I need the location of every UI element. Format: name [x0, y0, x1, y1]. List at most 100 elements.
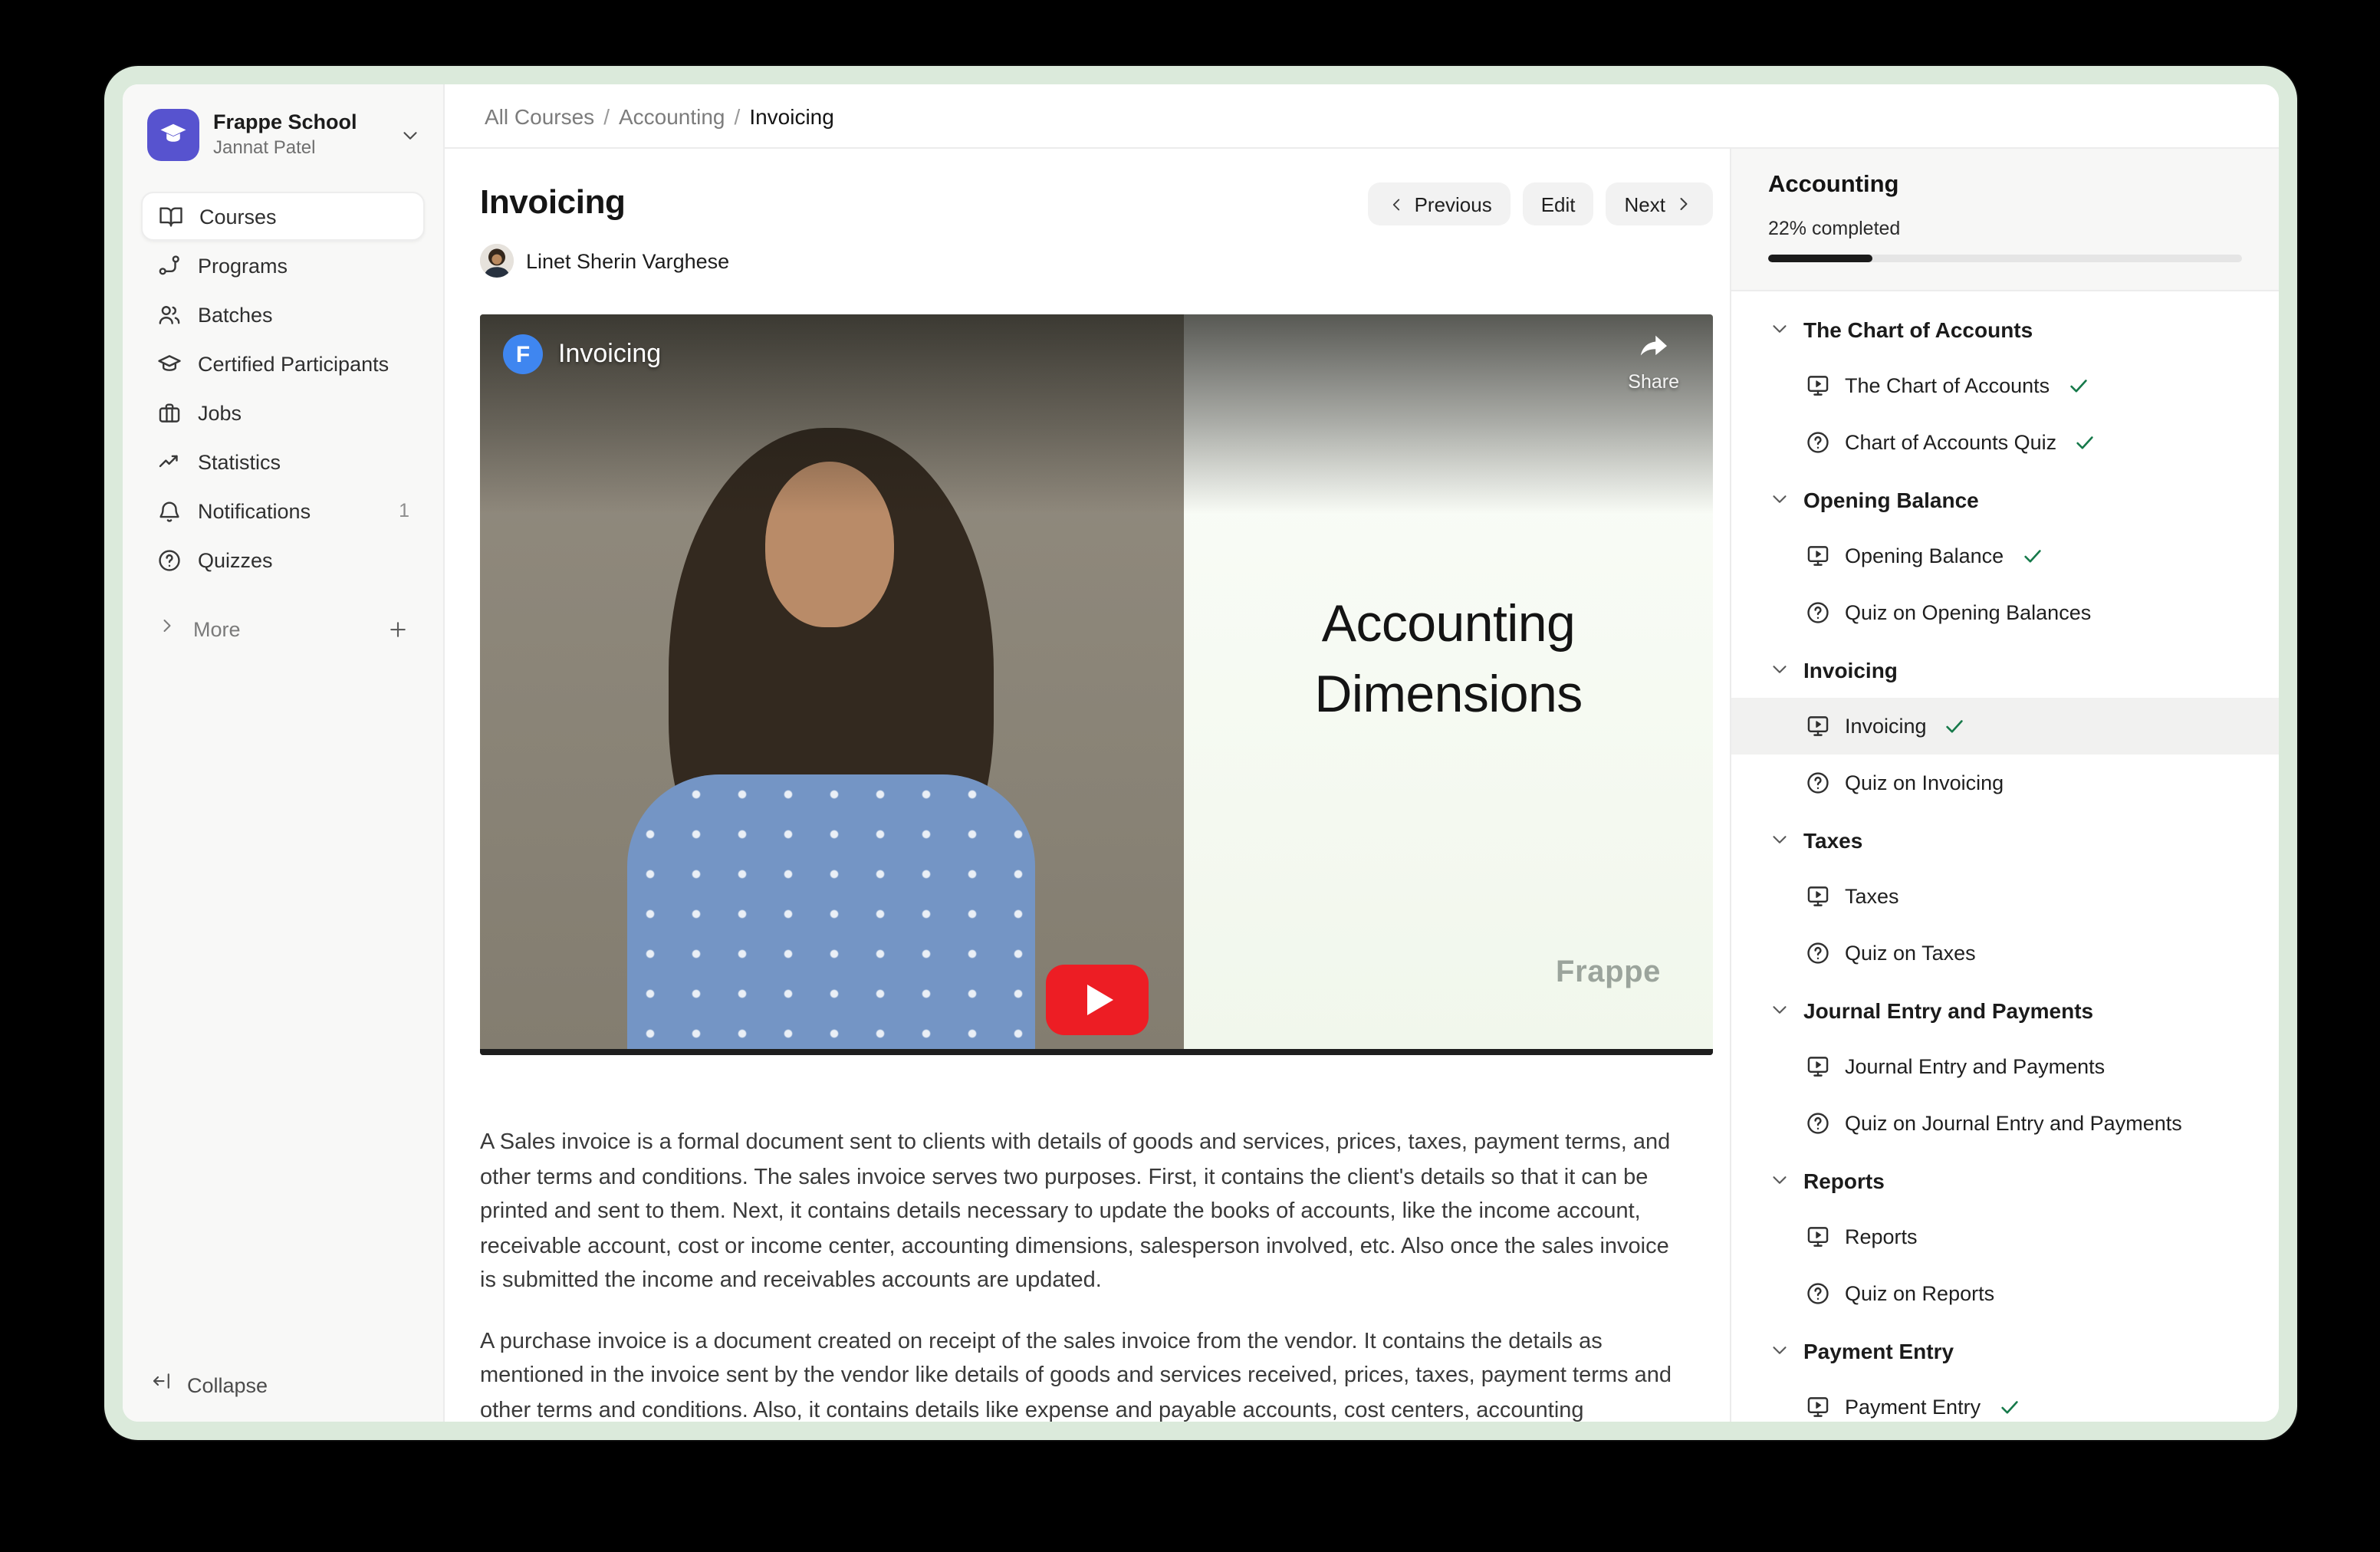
book-open-icon [158, 203, 184, 229]
outline-section-title: Invoicing [1803, 657, 1898, 682]
outline-item-label: Opening Balance [1845, 544, 2004, 567]
channel-avatar[interactable]: F [503, 334, 543, 374]
outline-section-title: Reports [1803, 1168, 1885, 1192]
breadcrumb-accounting[interactable]: Accounting [619, 104, 725, 128]
sidebar-item-label: Certified Participants [198, 352, 389, 375]
completed-check-icon [1997, 1396, 2020, 1419]
app-window: Frappe School Jannat Patel Courses Progra… [104, 66, 2297, 1440]
user-name: Jannat Patel [213, 136, 357, 159]
workspace-name: Frappe School [213, 110, 357, 136]
outline-section-opening-balance[interactable]: Opening Balance [1768, 471, 2242, 528]
sidebar-item-programs[interactable]: Programs [141, 241, 425, 290]
sidebar-item-label: Courses [199, 205, 277, 228]
chevron-down-icon [1768, 998, 1791, 1021]
outline-item-payment-entry[interactable]: Payment Entry [1768, 1379, 2242, 1422]
outline-item-label: The Chart of Accounts [1845, 374, 2050, 397]
outline-item-opening-balance[interactable]: Opening Balance [1768, 528, 2242, 584]
workspace-switcher[interactable]: Frappe School Jannat Patel [141, 103, 425, 167]
completed-check-icon [2066, 374, 2089, 397]
breadcrumb-invoicing: Invoicing [749, 104, 834, 128]
chevron-down-icon [1768, 828, 1791, 851]
outline-item-chart-of-accounts-quiz-quiz[interactable]: Chart of Accounts Quiz [1768, 414, 2242, 471]
chevron-down-icon [1768, 488, 1791, 511]
outline-section-invoicing[interactable]: Invoicing [1768, 641, 2242, 698]
outline-item-label: Quiz on Opening Balances [1845, 601, 2091, 624]
chevron-down-icon [1768, 658, 1791, 681]
video-progress-bar[interactable] [480, 1049, 1713, 1055]
lesson-video-icon [1805, 713, 1831, 739]
outline-item-quiz-on-reports-quiz[interactable]: Quiz on Reports [1768, 1265, 2242, 1322]
outline-item-label: Quiz on Invoicing [1845, 771, 2004, 794]
collapse-label: Collapse [187, 1373, 268, 1396]
sidebar-item-jobs[interactable]: Jobs [141, 388, 425, 437]
lesson-text: A Sales invoice is a formal document sen… [480, 1126, 1679, 1422]
quiz-icon [1805, 770, 1831, 796]
sidebar-item-quizzes[interactable]: Quizzes [141, 535, 425, 584]
outline-item-quiz-on-journal-entry-and-payments-quiz[interactable]: Quiz on Journal Entry and Payments [1768, 1095, 2242, 1152]
sidebar-item-batches[interactable]: Batches [141, 290, 425, 339]
outline-section-payment-entry[interactable]: Payment Entry [1768, 1322, 2242, 1379]
lesson-video-icon [1805, 1224, 1831, 1250]
next-button[interactable]: Next [1606, 182, 1713, 225]
outline-section-title: Payment Entry [1803, 1338, 1954, 1363]
outline-item-label: Invoicing [1845, 715, 1927, 738]
chevron-right-icon [1673, 193, 1695, 215]
outline-section-title: The Chart of Accounts [1803, 317, 2033, 341]
bell-icon [156, 498, 182, 524]
sidebar-item-courses[interactable]: Courses [141, 192, 425, 241]
lesson-content: Invoicing Previous Edit Nex [445, 149, 1730, 1422]
sidebar-item-more[interactable]: More [141, 606, 425, 652]
outline-item-label: Quiz on Taxes [1845, 942, 1976, 965]
outline-item-journal-entry-and-payments[interactable]: Journal Entry and Payments [1768, 1038, 2242, 1095]
quiz-icon [1805, 1281, 1831, 1307]
outline-section-title: Journal Entry and Payments [1803, 998, 2093, 1022]
completed-check-icon [2020, 544, 2043, 567]
sidebar-nav: Courses Programs Batches Certified Particip… [141, 192, 425, 584]
outline-item-quiz-on-opening-balances-quiz[interactable]: Quiz on Opening Balances [1768, 584, 2242, 641]
share-button[interactable]: Share [1628, 333, 1679, 393]
help-circle-icon [156, 547, 182, 573]
completed-check-icon [1944, 715, 1967, 738]
lesson-paragraph-1: A Sales invoice is a formal document sen… [480, 1126, 1679, 1298]
video-player[interactable]: Accounting Dimensions Frappe F Invoicing [480, 314, 1713, 1055]
sidebar-item-certified-participants[interactable]: Certified Participants [141, 339, 425, 388]
outline-section-title: Taxes [1803, 827, 1862, 852]
page-title: Invoicing [480, 182, 626, 222]
progress-label: 22% completed [1768, 218, 2242, 239]
outline-section-journal-entry-and-payments[interactable]: Journal Entry and Payments [1768, 982, 2242, 1038]
outline-item-label: Journal Entry and Payments [1845, 1055, 2105, 1078]
outline-item-taxes[interactable]: Taxes [1768, 868, 2242, 925]
outline-item-quiz-on-taxes-quiz[interactable]: Quiz on Taxes [1768, 925, 2242, 982]
outline-item-the-chart-of-accounts[interactable]: The Chart of Accounts [1768, 357, 2242, 414]
edit-button[interactable]: Edit [1523, 182, 1594, 225]
share-arrow-icon [1637, 333, 1671, 368]
collapse-sidebar-button[interactable]: Collapse [141, 1370, 425, 1400]
outline-section-the-chart-of-accounts[interactable]: The Chart of Accounts [1768, 301, 2242, 357]
add-sidebar-section-button[interactable] [386, 617, 409, 640]
sidebar-item-label: Notifications [198, 499, 311, 522]
outline-item-reports[interactable]: Reports [1768, 1208, 2242, 1265]
sidebar-item-statistics[interactable]: Statistics [141, 437, 425, 486]
page-header: All Courses/Accounting/Invoicing [445, 84, 2279, 149]
play-button[interactable] [1046, 965, 1149, 1035]
outline-section-title: Opening Balance [1803, 487, 1979, 511]
slide-title: Accounting Dimensions [1314, 590, 1582, 731]
outline-item-quiz-on-invoicing-quiz[interactable]: Quiz on Invoicing [1768, 755, 2242, 811]
breadcrumb-all-courses[interactable]: All Courses [485, 104, 594, 128]
outline-section-reports[interactable]: Reports [1768, 1152, 2242, 1208]
outline-item-invoicing[interactable]: Invoicing [1731, 698, 2279, 755]
previous-button[interactable]: Previous [1369, 182, 1511, 225]
share-label: Share [1628, 371, 1679, 393]
lesson-video-icon [1805, 1054, 1831, 1080]
completed-check-icon [2073, 431, 2096, 454]
sidebar-item-notifications[interactable]: Notifications1 [141, 486, 425, 535]
author-avatar [480, 244, 514, 278]
trending-up-icon [156, 449, 182, 475]
sidebar-item-label: Programs [198, 254, 288, 277]
frappe-school-logo [147, 109, 199, 161]
video-title[interactable]: Invoicing [558, 339, 661, 370]
lesson-video-icon [1805, 1394, 1831, 1420]
outline-item-label: Payment Entry [1845, 1396, 1981, 1419]
outline-section-taxes[interactable]: Taxes [1768, 811, 2242, 868]
programs-icon [156, 252, 182, 278]
